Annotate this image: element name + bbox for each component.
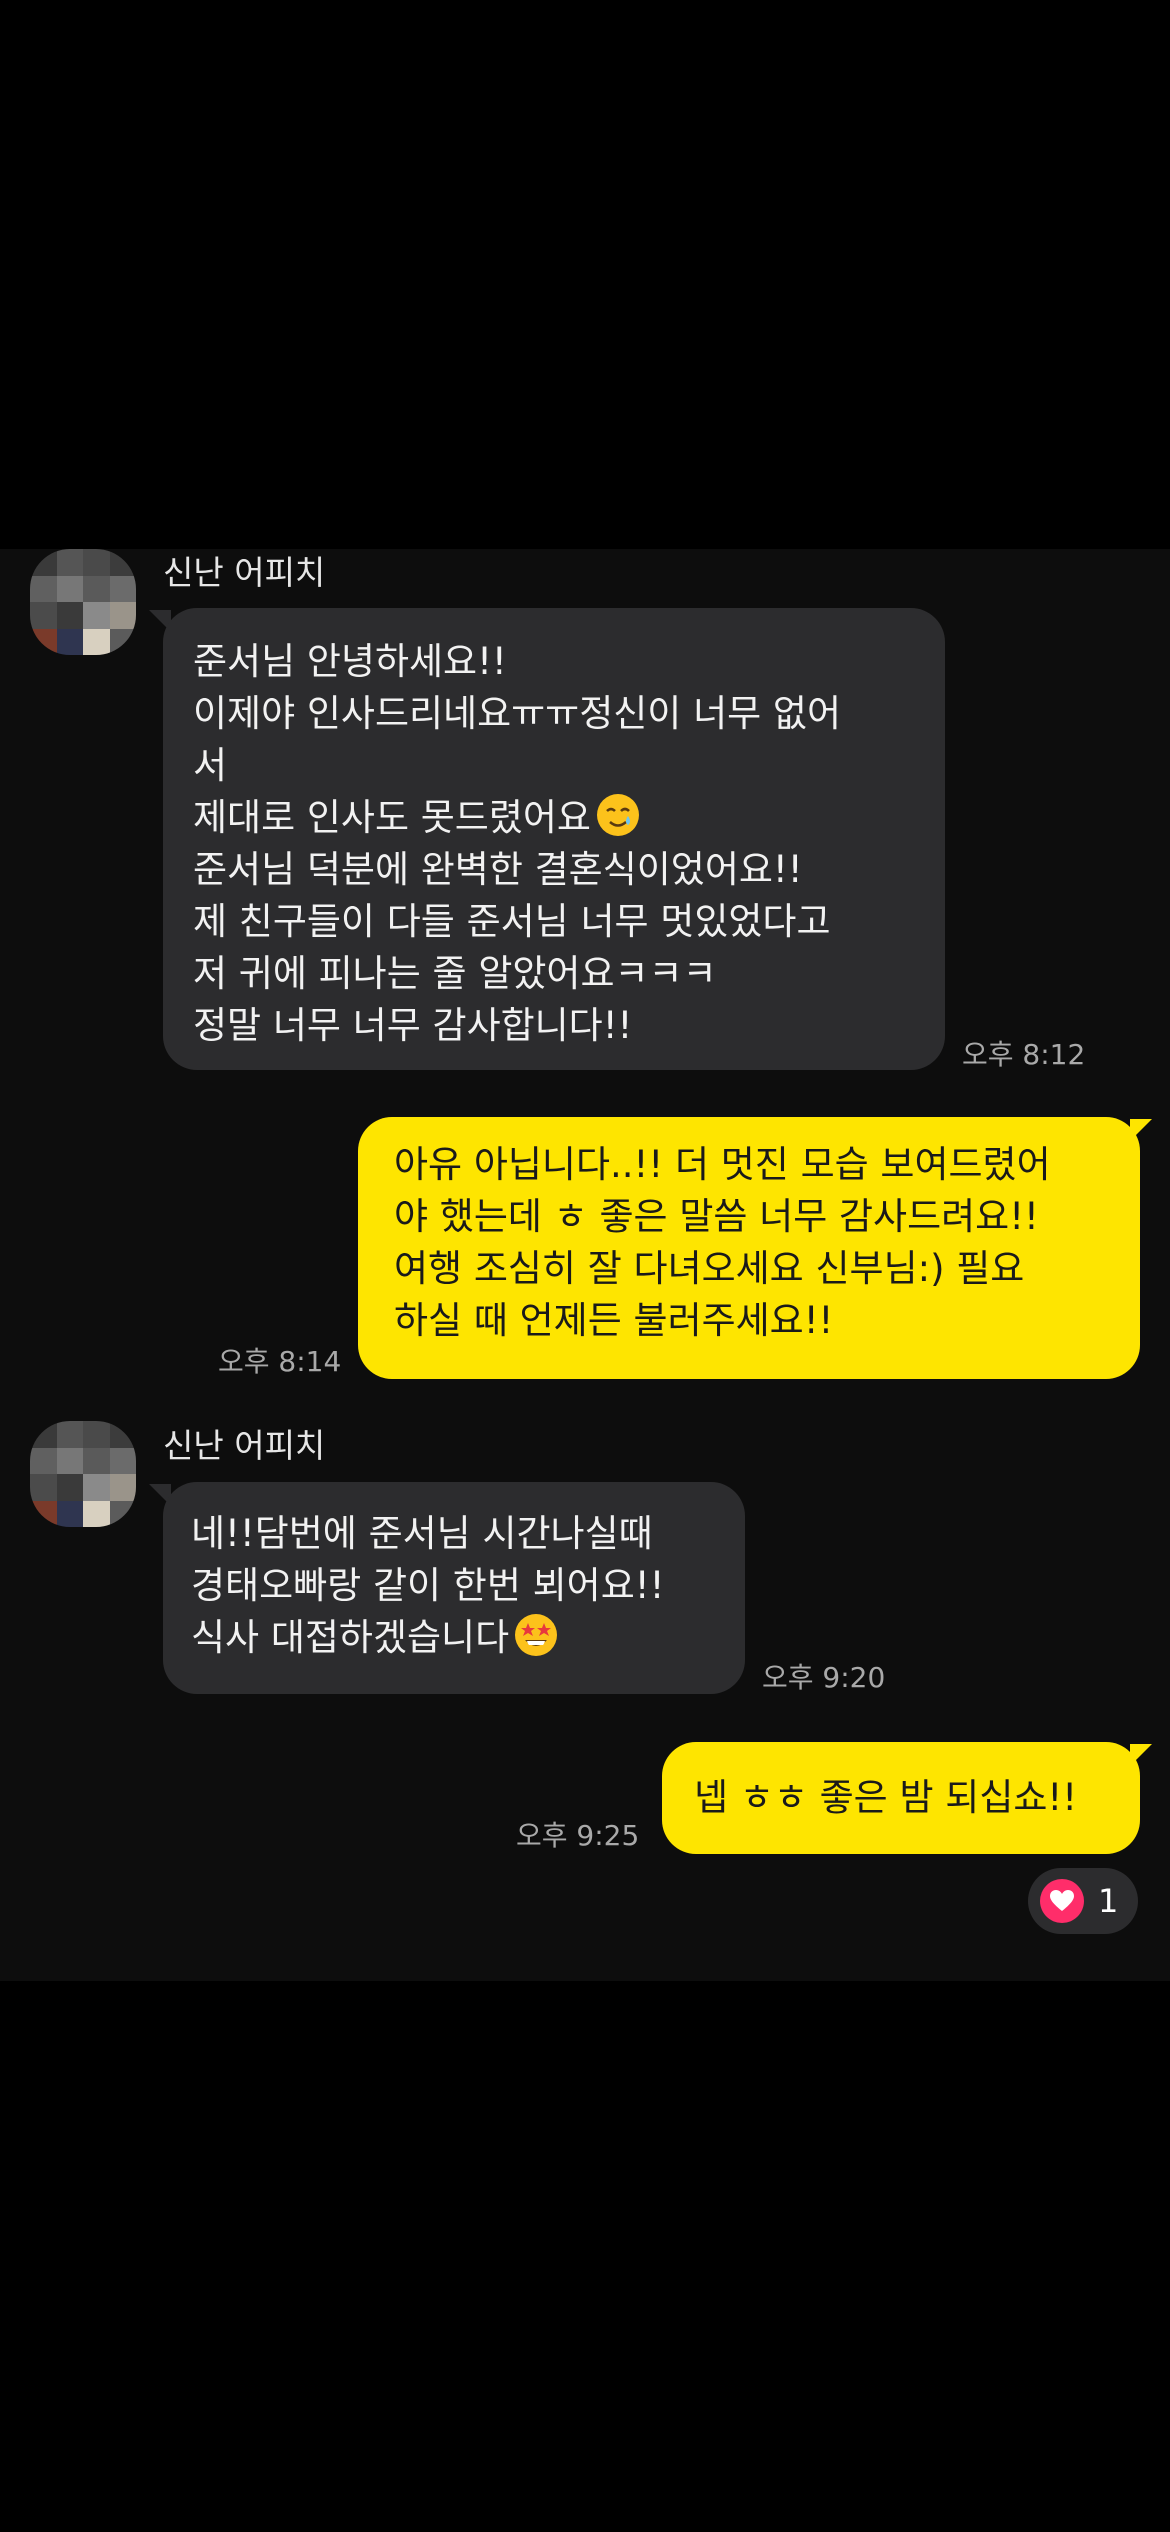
outgoing-message-bubble[interactable]: 넵 ㅎㅎ 좋은 밤 되십쇼!! [662,1742,1140,1854]
incoming-message-bubble[interactable]: 준서님 안녕하세요!! 이제야 인사드리네요ㅠㅠ정신이 너무 없어 서 제대로 … [163,608,945,1070]
message-text: 준서님 안녕하세요!! 이제야 인사드리네요ㅠㅠ정신이 너무 없어 서 제대로 … [193,640,842,839]
message-text-continued: 준서님 덕분에 완벽한 결혼식이었어요!! 제 친구들이 다들 준서님 너무 멋… [193,848,831,1047]
reaction-badge[interactable]: 1 [1028,1868,1138,1934]
outgoing-message-bubble[interactable]: 아유 아닙니다..!! 더 멋진 모습 보여드렸어 야 했는데 ㅎ 좋은 말씀 … [358,1117,1140,1379]
incoming-message-bubble[interactable]: 네!!담번에 준서님 시간나실때 경태오빠랑 같이 한번 뵈어요!! 식사 대접… [163,1482,745,1694]
heart-icon [1040,1879,1084,1923]
bubble-tail [1130,1119,1152,1141]
message-timestamp: 오후 9:20 [762,1661,886,1694]
sender-name: 신난 어피치 [163,1426,326,1465]
message-timestamp: 오후 9:25 [516,1819,640,1852]
bubble-tail [1130,1744,1152,1766]
sender-avatar[interactable] [30,549,136,655]
reaction-count: 1 [1098,1882,1119,1920]
message-text: 네!!담번에 준서님 시간나실때 경태오빠랑 같이 한번 뵈어요!! 식사 대접… [191,1512,665,1659]
message-timestamp: 오후 8:12 [962,1038,1086,1071]
star-struck-icon [515,1614,558,1656]
sender-avatar[interactable] [30,1421,136,1527]
message-timestamp: 오후 8:14 [218,1345,342,1378]
sender-name: 신난 어피치 [163,553,326,592]
smiling-face-with-tear-icon [596,794,639,836]
